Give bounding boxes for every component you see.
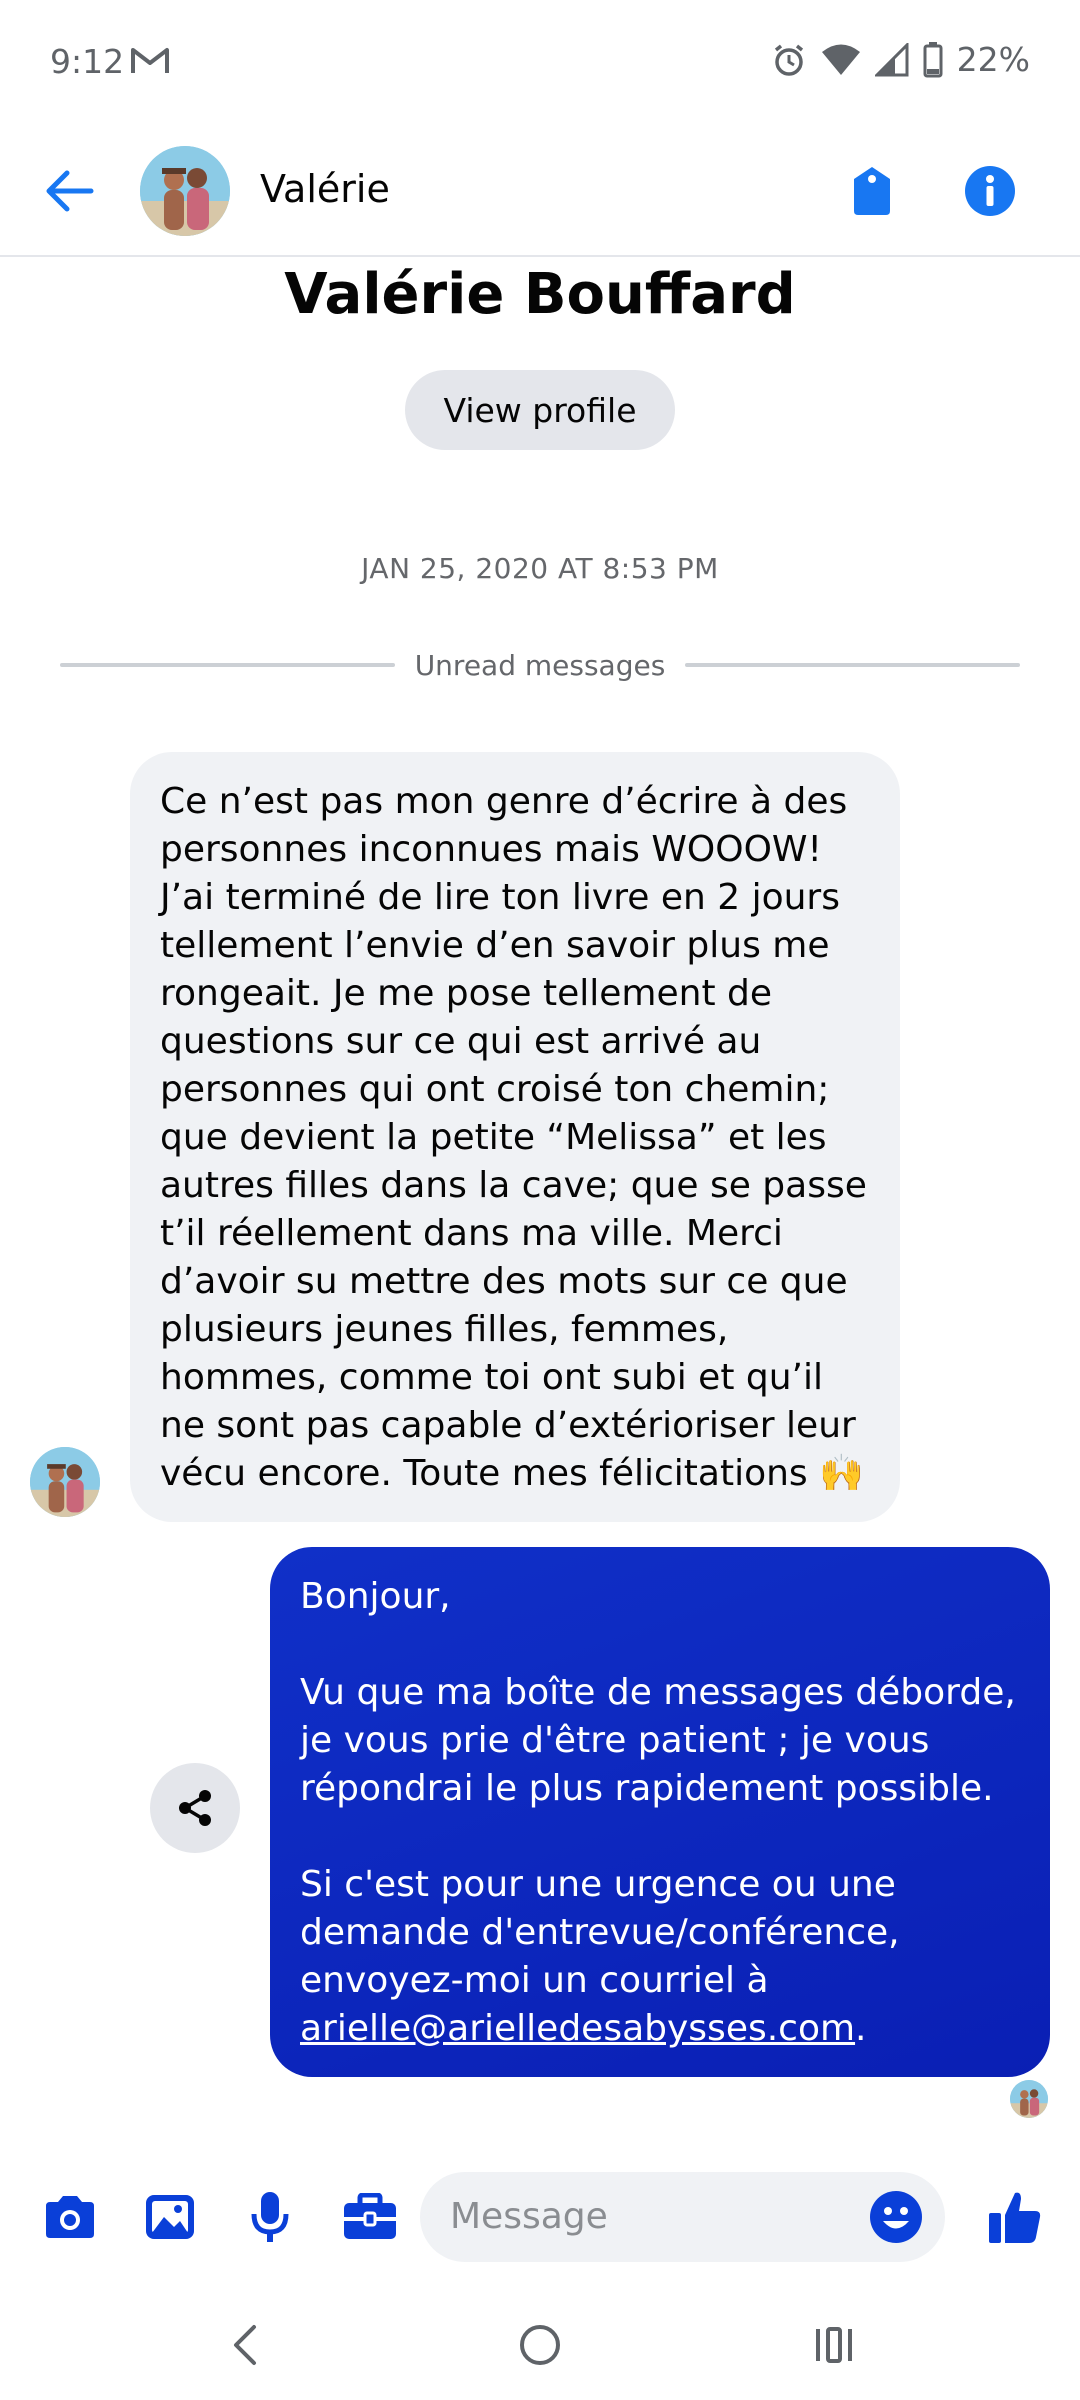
divider-line xyxy=(60,663,395,667)
home-nav-icon[interactable] xyxy=(500,2310,580,2380)
unread-label: Unread messages xyxy=(414,648,666,682)
wifi-icon xyxy=(821,43,861,77)
recents-nav-icon[interactable] xyxy=(794,2310,874,2380)
microphone-icon[interactable] xyxy=(235,2182,305,2252)
back-nav-icon[interactable] xyxy=(205,2310,285,2380)
battery-percent: 22% xyxy=(956,40,1030,79)
seen-receipt-avatar xyxy=(1010,2080,1048,2118)
unread-divider: Unread messages xyxy=(60,645,1020,685)
battery-icon xyxy=(923,41,943,78)
system-navigation-bar xyxy=(0,2290,1080,2400)
message-paragraph: Vu que ma boîte de messages déborde, je … xyxy=(300,1672,1028,1809)
image-icon[interactable] xyxy=(135,2182,205,2252)
avatar[interactable] xyxy=(30,1447,100,1517)
outgoing-message-bubble[interactable]: Bonjour, Vu que ma boîte de messages déb… xyxy=(270,1547,1050,2077)
profile-full-name: Valérie Bouffard xyxy=(284,262,796,327)
status-time: 9:12 xyxy=(50,42,125,81)
emoji-icon[interactable] xyxy=(865,2186,927,2248)
tag-icon[interactable] xyxy=(842,161,902,221)
incoming-message-bubble[interactable]: Ce n’est pas mon genre d’écrire à des pe… xyxy=(130,752,900,1522)
message-trailing: . xyxy=(855,2008,867,2049)
camera-icon[interactable] xyxy=(35,2182,105,2252)
message-timestamp: JAN 25, 2020 AT 8:53 PM xyxy=(361,552,719,585)
message-placeholder: Message xyxy=(450,2196,608,2237)
avatar[interactable] xyxy=(140,146,230,236)
conversation-header: Valérie xyxy=(0,125,1080,257)
message-input[interactable]: Message xyxy=(420,2172,945,2262)
status-bar: 9:12 22% xyxy=(0,0,1080,125)
signal-icon xyxy=(874,42,909,77)
view-profile-button[interactable]: View profile xyxy=(405,370,675,450)
divider-line xyxy=(685,663,1020,667)
message-paragraph: Si c'est pour une urgence ou une demande… xyxy=(300,1864,912,2001)
thumbs-up-icon[interactable] xyxy=(980,2182,1050,2252)
back-arrow-icon[interactable] xyxy=(40,161,100,221)
alarm-icon xyxy=(771,42,807,78)
info-icon[interactable] xyxy=(960,161,1020,221)
briefcase-icon[interactable] xyxy=(335,2182,405,2252)
contact-name[interactable]: Valérie xyxy=(260,167,390,211)
email-link[interactable]: arielle@arielledesabysses.com xyxy=(300,2008,855,2049)
message-composer: Message xyxy=(0,2160,1080,2270)
message-greeting: Bonjour, xyxy=(300,1576,451,1617)
share-icon[interactable] xyxy=(150,1763,240,1853)
gmail-icon xyxy=(130,46,170,76)
